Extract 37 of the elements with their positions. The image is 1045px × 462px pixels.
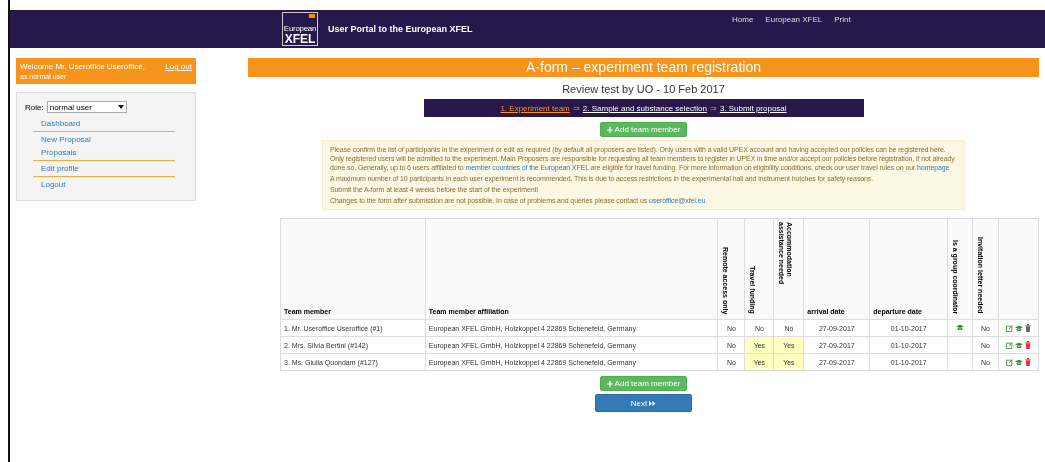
logo: European XFEL <box>282 12 318 46</box>
graduation-cap-icon <box>1015 341 1023 349</box>
trash-icon[interactable] <box>1025 358 1031 366</box>
trash-icon[interactable] <box>1025 341 1031 349</box>
role-label: Role: <box>25 102 44 112</box>
add-member-button[interactable]: Add team member <box>599 122 688 137</box>
sidebar-link[interactable]: Dashboard <box>41 119 175 128</box>
add-member-button[interactable]: Add team member <box>599 376 688 391</box>
step-separator: ⇒ <box>709 103 717 113</box>
edit-icon[interactable] <box>1006 324 1013 332</box>
sidebar-link[interactable]: Proposals <box>41 148 175 157</box>
dropdown-arrow-icon <box>117 105 124 109</box>
sidebar-link[interactable]: Logout <box>41 180 175 189</box>
step-link[interactable]: 1. Experiment team <box>500 103 570 113</box>
nav-link[interactable]: Home <box>732 15 754 24</box>
graduation-cap-icon <box>1015 358 1023 366</box>
plus-icon <box>606 380 613 387</box>
nav-link[interactable]: Print <box>834 15 851 24</box>
nav-link[interactable]: European XFEL <box>765 15 823 24</box>
proposal-title: Review test by UO - 10 Feb 2017 <box>562 83 725 95</box>
next-button[interactable]: Next <box>595 394 692 412</box>
edit-icon[interactable] <box>1006 358 1013 366</box>
trash-icon[interactable] <box>1025 324 1031 332</box>
sidebar-link[interactable]: New Proposal <box>41 135 175 144</box>
graduation-cap-icon <box>956 324 965 331</box>
step-link[interactable]: 2. Sample and substance selection <box>582 103 707 113</box>
site-title: User Portal to the European XFEL <box>328 24 473 34</box>
double-arrow-icon <box>649 400 657 406</box>
step-separator: ⇒ <box>572 103 580 113</box>
welcome-text: Welcome Mr. Useroffice Useroffice, <box>20 62 145 71</box>
step-link[interactable]: 3. Submit proposal <box>719 103 787 113</box>
graduation-cap-icon <box>1015 324 1023 332</box>
role-select[interactable]: normal user <box>46 101 127 113</box>
plus-icon <box>606 126 613 133</box>
edit-icon[interactable] <box>1006 341 1013 349</box>
page-banner: A-form – experiment team registration <box>248 58 1039 77</box>
sidebar-link[interactable]: Edit profile <box>41 164 175 173</box>
